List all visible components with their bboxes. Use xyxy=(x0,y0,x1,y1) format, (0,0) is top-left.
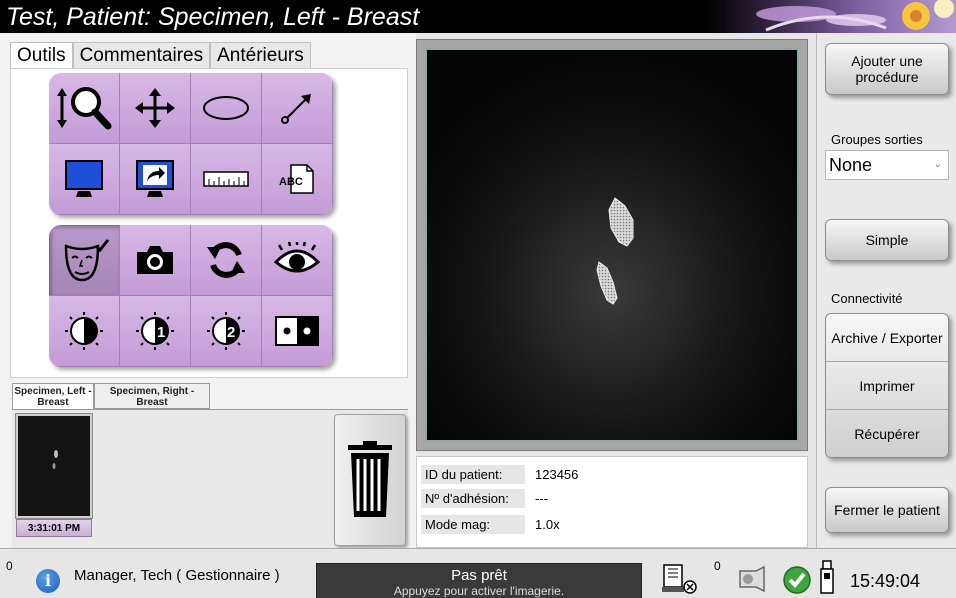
image-thumbnail[interactable] xyxy=(15,413,93,519)
patient-id-value: 123456 xyxy=(535,466,579,482)
camera-icon xyxy=(137,246,173,274)
thumbnail-specimen-image xyxy=(18,416,90,516)
brightness-1-button[interactable]: 1 xyxy=(120,296,191,367)
flower-banner-image xyxy=(706,0,956,33)
text-document-icon: ABC xyxy=(279,164,314,194)
monitor-share-icon xyxy=(136,160,174,197)
brightness-1-icon: 1 xyxy=(136,312,174,350)
refresh-icon xyxy=(207,242,245,278)
ok-check-icon[interactable] xyxy=(782,565,812,595)
arrow-annotation-button[interactable] xyxy=(262,73,333,144)
connectivity-button-group: Archive / Exporter Imprimer Récupérer xyxy=(825,313,949,458)
contrast-icon xyxy=(65,312,103,350)
output-groups-label: Groupes sorties xyxy=(831,132,923,147)
archive-export-button[interactable]: Archive / Exporter xyxy=(826,314,948,362)
pan-button[interactable] xyxy=(120,73,191,144)
output-group-select[interactable]: None ⌄ xyxy=(825,150,949,180)
eye-icon xyxy=(273,242,321,273)
accession-label: Nº d'adhésion: xyxy=(421,488,525,508)
chevron-down-icon: ⌄ xyxy=(933,159,942,170)
right-counter: 0 xyxy=(714,559,721,573)
connectivity-label: Connectivité xyxy=(831,291,903,306)
tab-specimen-right[interactable]: Specimen, Right - Breast xyxy=(94,383,210,409)
view-button[interactable] xyxy=(262,225,333,296)
ruler-icon xyxy=(203,171,249,187)
mag-mode-row: Mode mag: 1.0x xyxy=(421,513,560,535)
split-dots-icon xyxy=(275,316,319,346)
patient-info-panel: ID du patient: 123456 Nº d'adhésion: ---… xyxy=(416,456,808,548)
system-status-hint: Appuyez pour activer l'imagerie. xyxy=(393,584,565,598)
thumbnail-time: 3:31:01 PM xyxy=(16,519,92,537)
title-bar: Test, Patient: Specimen, Left - Breast xyxy=(0,0,956,33)
image-viewer[interactable] xyxy=(416,39,808,451)
specimen-tabs: Specimen, Left - Breast Specimen, Right … xyxy=(12,383,210,409)
system-status-button[interactable]: Pas prêt Appuyez pour activer l'imagerie… xyxy=(316,563,642,598)
invert-button[interactable] xyxy=(49,296,120,367)
clock: 15:49:04 xyxy=(850,571,921,591)
status-bar: 0 i Manager, Tech ( Gestionnaire ) Pas p… xyxy=(0,548,956,598)
tab-commentaires[interactable]: Commentaires xyxy=(72,42,211,68)
magnifier-icon xyxy=(57,87,112,130)
text-annotation-button[interactable]: ABC xyxy=(262,144,333,215)
close-patient-button[interactable]: Fermer le patient xyxy=(825,487,949,533)
ruler-button[interactable] xyxy=(191,144,262,215)
tool-tabs: Outils Commentaires Antérieurs xyxy=(10,42,311,68)
info-icon[interactable]: i xyxy=(36,569,60,593)
send-image-button[interactable] xyxy=(120,144,191,215)
left-panel: Outils Commentaires Antérieurs ABC 1 2 S… xyxy=(0,33,416,548)
accession-row: Nº d'adhésion: --- xyxy=(421,487,548,509)
image-tools-grid: ABC xyxy=(49,73,333,215)
svg-text:ABC: ABC xyxy=(279,176,303,188)
accession-value: --- xyxy=(535,490,548,506)
simple-button[interactable]: Simple xyxy=(825,219,949,261)
system-status-text: Pas prêt xyxy=(451,567,507,584)
output-group-value: None xyxy=(829,155,873,175)
trash-icon xyxy=(348,441,392,517)
window-title: Test, Patient: Specimen, Left - Breast xyxy=(6,3,420,31)
arrow-icon xyxy=(281,94,311,124)
tab-outils[interactable]: Outils xyxy=(10,42,73,68)
right-panel: Ajouter une procédure Groupes sorties No… xyxy=(816,33,956,548)
svg-text:1: 1 xyxy=(157,324,165,341)
zoom-button[interactable] xyxy=(49,73,120,144)
retrieve-button[interactable]: Récupérer xyxy=(826,410,948,458)
brightness-2-button[interactable]: 2 xyxy=(191,296,262,367)
left-counter: 0 xyxy=(6,559,13,573)
face-check-icon xyxy=(64,239,110,282)
accept-face-button[interactable] xyxy=(49,225,120,296)
tab-anterieurs[interactable]: Antérieurs xyxy=(210,42,311,68)
brightness-2-icon: 2 xyxy=(207,312,245,350)
mag-mode-value: 1.0x xyxy=(535,516,560,532)
patient-id-row: ID du patient: 123456 xyxy=(421,463,578,485)
window-level-button[interactable] xyxy=(49,144,120,215)
specimen-image[interactable] xyxy=(425,48,799,442)
ellipse-button[interactable] xyxy=(191,73,262,144)
thumbnail-area: 3:31:01 PM xyxy=(12,409,408,548)
move-arrows-icon xyxy=(135,88,175,128)
print-button[interactable]: Imprimer xyxy=(826,362,948,410)
trash-button[interactable] xyxy=(334,414,406,546)
image-actions-grid: 1 2 xyxy=(49,225,333,367)
monitor-icon xyxy=(65,160,103,197)
ellipse-icon xyxy=(203,96,249,120)
tube-icon[interactable] xyxy=(736,563,770,595)
current-user[interactable]: Manager, Tech ( Gestionnaire ) xyxy=(74,567,280,584)
detector-disconnected-icon[interactable] xyxy=(660,563,700,595)
mag-mode-label: Mode mag: xyxy=(421,514,525,534)
specimen-radiograph xyxy=(427,50,797,440)
tools-panel: ABC 1 2 xyxy=(10,68,408,378)
patient-id-label: ID du patient: xyxy=(421,464,525,484)
camera-button[interactable] xyxy=(120,225,191,296)
svg-text:2: 2 xyxy=(227,324,235,341)
tab-specimen-left[interactable]: Specimen, Left - Breast xyxy=(12,383,94,409)
usb-device-icon[interactable] xyxy=(818,559,836,595)
add-procedure-button[interactable]: Ajouter une procédure xyxy=(825,43,949,95)
refresh-button[interactable] xyxy=(191,225,262,296)
compare-button[interactable] xyxy=(262,296,333,367)
